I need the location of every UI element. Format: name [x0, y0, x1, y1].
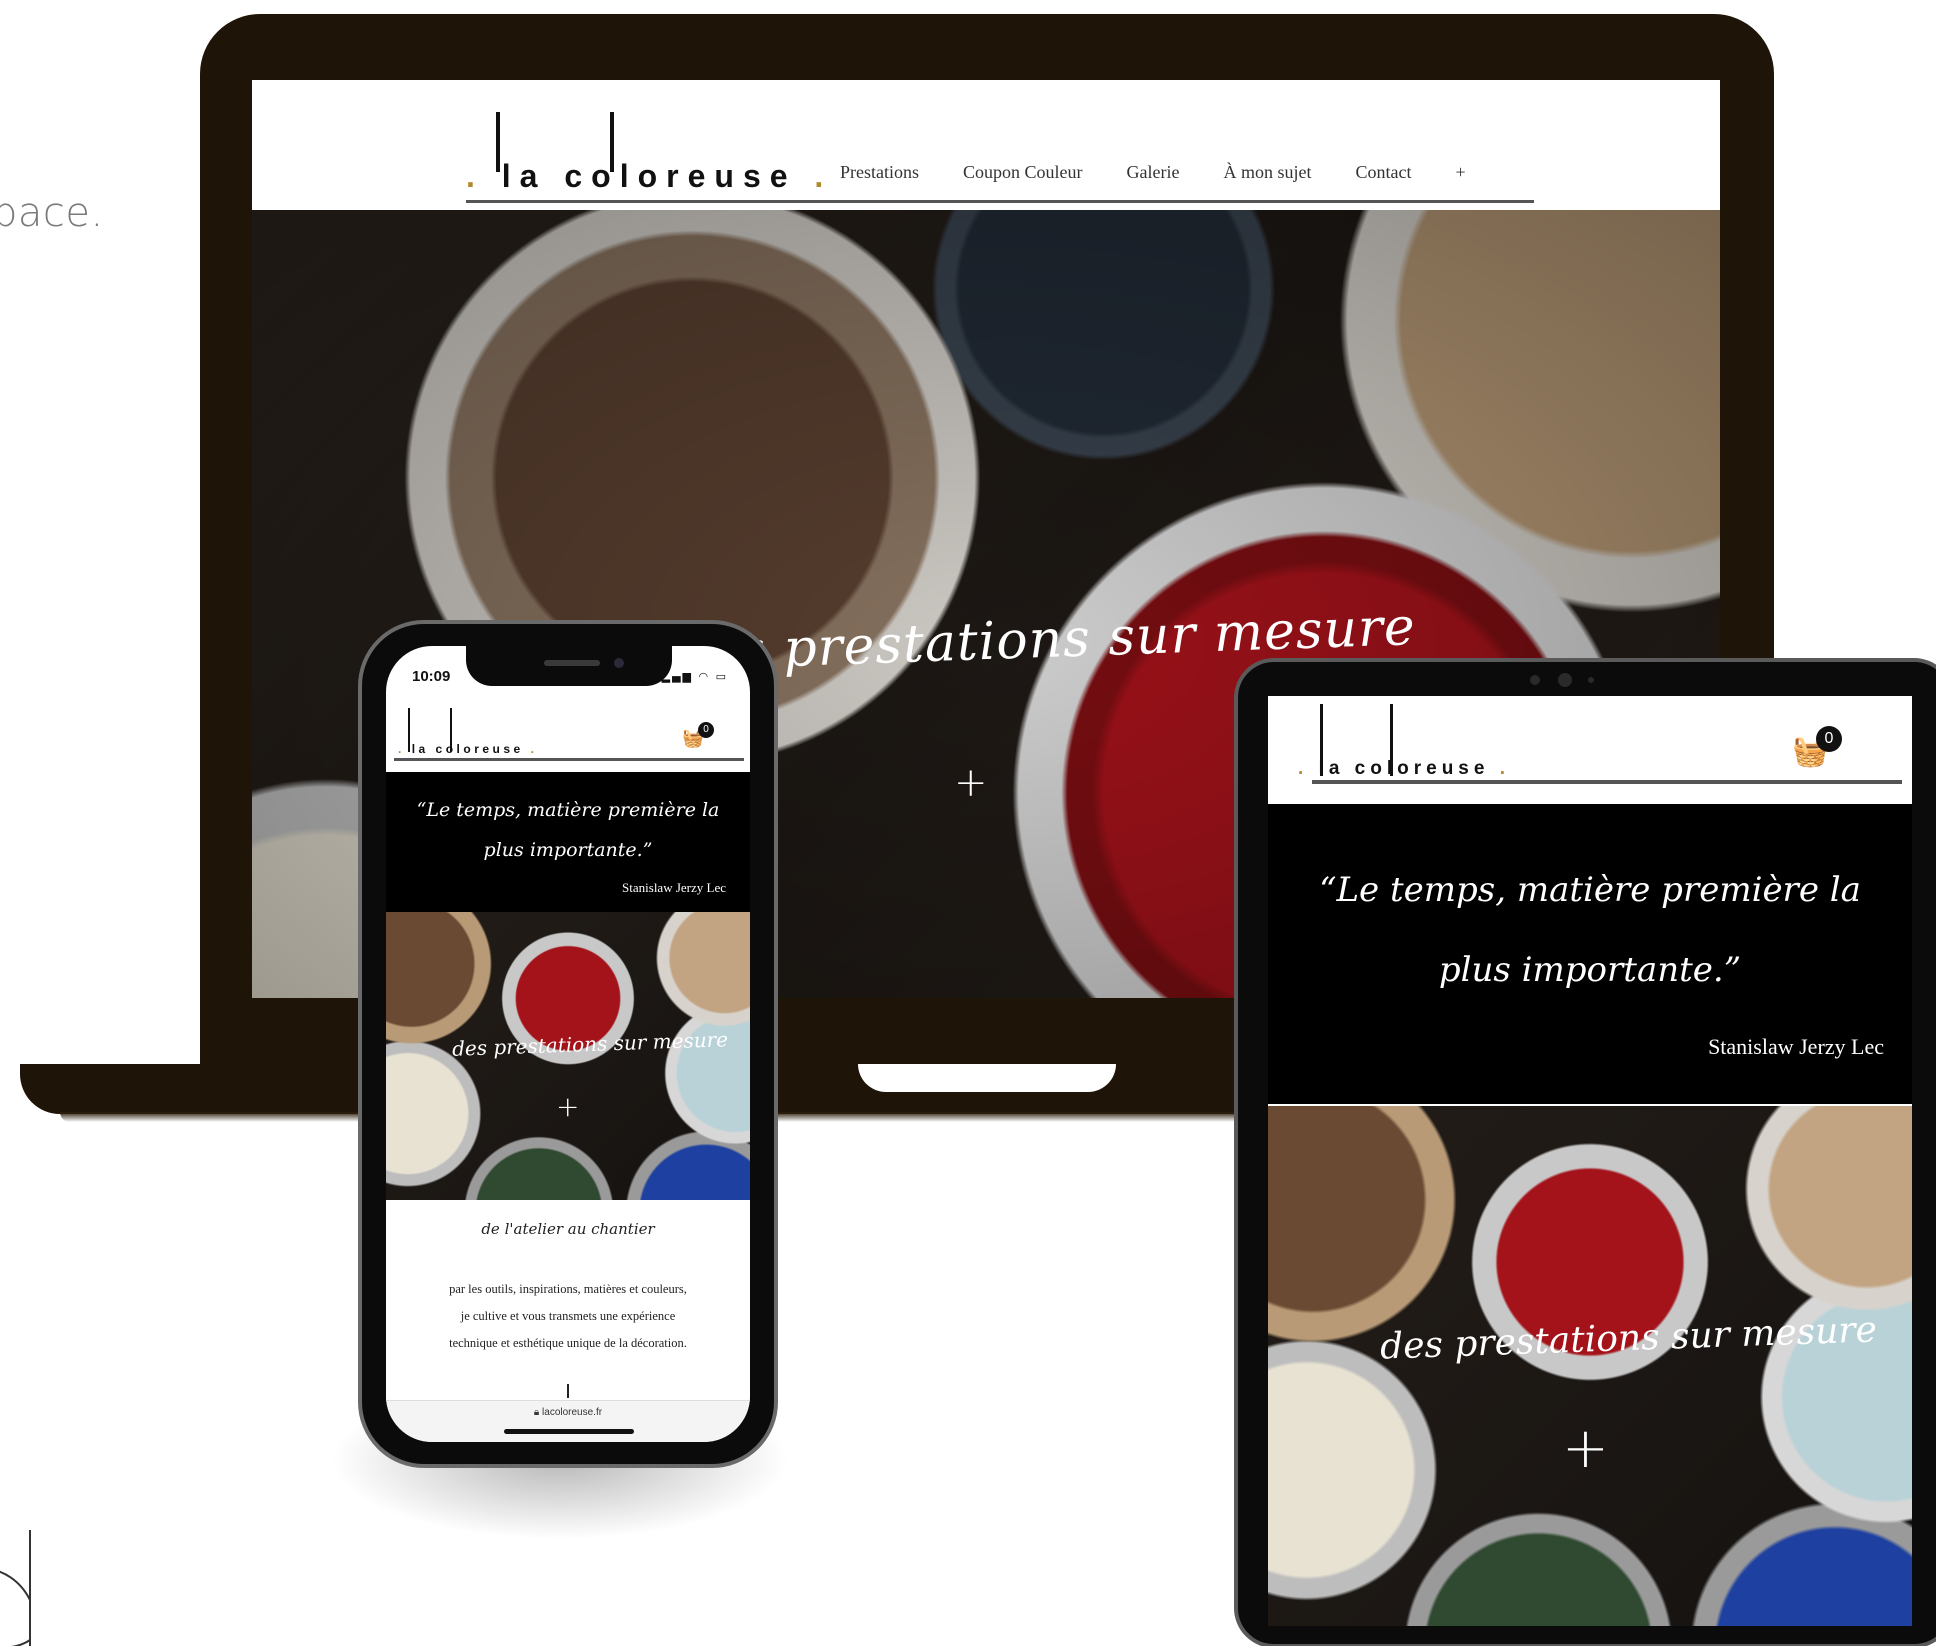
phone-site-logo[interactable]: . la coloreuse . [398, 742, 537, 756]
phone-hero-title: des prestations sur mesure [451, 1027, 729, 1061]
phone-url: 🔒︎ lacoloreuse.fr [386, 1407, 750, 1418]
phone-subtitle: de l'atelier au chantier [481, 1220, 655, 1238]
description-line: par les outils, inspirations, matières e… [449, 1282, 687, 1296]
phone-url-text: lacoloreuse.fr [542, 1407, 603, 1418]
tablet-quote-text: “Le temps, matière première la plus impo… [1319, 870, 1861, 990]
lock-icon: 🔒︎ [533, 1407, 540, 1418]
phone-speaker [544, 660, 600, 666]
laptop-trackpad-notch [858, 1064, 1116, 1092]
phone-quote-section: “Le temps, matière première la plus impo… [386, 772, 750, 912]
description-line: je cultive et vous transmets une expérie… [460, 1309, 676, 1323]
nav-item-contact[interactable]: Contact [1355, 162, 1411, 183]
phone-scroll-marker [567, 1384, 569, 1398]
phone-camera [614, 658, 624, 668]
status-bar-icons: ▂▄▆ ◠ ▭ [661, 670, 728, 683]
phone-quote-text: “Le temps, matière première la plus impo… [416, 799, 720, 861]
nav-item-more[interactable]: + [1455, 162, 1465, 183]
nav-item-coupon-couleur[interactable]: Coupon Couleur [963, 162, 1083, 183]
nav-item-galerie[interactable]: Galerie [1127, 162, 1180, 183]
phone-address-bar[interactable]: 🔒︎ lacoloreuse.fr [386, 1400, 750, 1442]
tablet-website: . la coloreuse . 🧺 0 “Le temps, matière … [1268, 696, 1912, 1626]
phone-frame: 10:09 ▂▄▆ ◠ ▭ . la coloreuse . 🧺 0 “Le t… [358, 620, 778, 1468]
nav-item-a-mon-sujet[interactable]: À mon sujet [1223, 162, 1311, 183]
tablet-hero-plus-button[interactable]: + [1562, 1416, 1609, 1481]
phone-header-underline [394, 758, 744, 761]
tablet-header: . la coloreuse . 🧺 0 [1268, 696, 1912, 804]
status-bar-time: 10:09 [412, 668, 451, 685]
tablet-camera-array [1530, 672, 1600, 688]
tablet-hero-title: des prestations sur mesure [1379, 1309, 1878, 1368]
main-nav: Prestations Coupon Couleur Galerie À mon… [840, 162, 1466, 183]
tablet-quote-section: “Le temps, matière première la plus impo… [1268, 804, 1912, 1104]
description-line: technique et esthétique unique de la déc… [449, 1336, 687, 1350]
nav-item-prestations[interactable]: Prestations [840, 162, 919, 183]
tablet-cart-badge: 0 [1816, 726, 1842, 752]
site-logo[interactable]: . la coloreuse . [466, 158, 832, 195]
header-underline [466, 200, 1534, 203]
phone-cart-badge: 0 [698, 722, 714, 738]
home-indicator [504, 1429, 634, 1434]
phone-intro-section: de l'atelier au chantier par les outils,… [386, 1200, 750, 1400]
tablet-quote-author: Stanislaw Jerzy Lec [1708, 1034, 1884, 1059]
tablet-site-logo[interactable]: . la coloreuse . [1298, 758, 1510, 780]
tablet-frame: . la coloreuse . 🧺 0 “Le temps, matière … [1234, 658, 1936, 1646]
phone-hero-plus-button[interactable]: + [556, 1090, 579, 1123]
phone-notch [466, 646, 672, 686]
phone-hero-image: des prestations sur mesure + [386, 912, 750, 1200]
background-text-fragment: pace. [0, 190, 104, 236]
tablet-hero-image: des prestations sur mesure + [1268, 1106, 1912, 1626]
desktop-hero-plus-button[interactable]: + [954, 760, 988, 806]
tablet-header-underline [1312, 780, 1902, 784]
phone-description: par les outils, inspirations, matières e… [408, 1276, 728, 1357]
phone-quote-author: Stanislaw Jerzy Lec [622, 880, 726, 895]
background-glyph-fragment [0, 1530, 31, 1646]
phone-website: 10:09 ▂▄▆ ◠ ▭ . la coloreuse . 🧺 0 “Le t… [386, 646, 750, 1442]
desktop-header: . la coloreuse . Prestations Coupon Coul… [252, 80, 1720, 210]
